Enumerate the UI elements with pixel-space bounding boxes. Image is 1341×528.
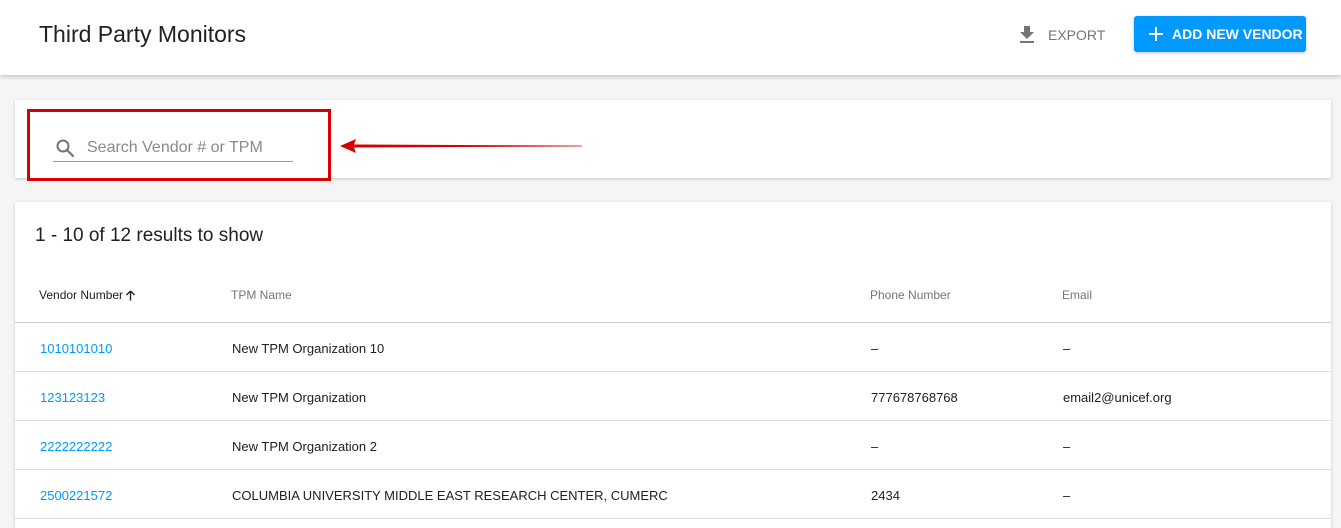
export-button[interactable]: EXPORT — [1018, 22, 1105, 48]
email-cell: – — [1063, 488, 1071, 503]
page-title: Third Party Monitors — [39, 21, 247, 47]
column-header-vendor-number[interactable]: Vendor Number — [39, 288, 136, 302]
tpm-name-cell: COLUMBIA UNIVERSITY MIDDLE EAST RESEARCH… — [232, 488, 668, 503]
add-new-vendor-button[interactable]: ADD NEW VENDOR — [1134, 16, 1306, 52]
vendor-number-link[interactable]: 2500221572 — [40, 488, 112, 503]
table-row: 1010101010 New TPM Organization 10 – – — [15, 323, 1331, 372]
add-new-vendor-label: ADD NEW VENDOR — [1172, 26, 1303, 42]
vendor-table-card: 1 - 10 of 12 results to show Vendor Numb… — [15, 202, 1331, 528]
email-cell: email2@unicef.org — [1063, 390, 1172, 405]
phone-number-cell: 2434 — [871, 488, 900, 503]
table-row: 2222222222 New TPM Organization 2 – – — [15, 421, 1331, 470]
phone-number-cell: – — [871, 439, 879, 454]
vendor-number-link[interactable]: 1010101010 — [40, 341, 112, 356]
column-header-tpm-name[interactable]: TPM Name — [231, 288, 292, 302]
tpm-name-cell: New TPM Organization 10 — [232, 341, 385, 356]
tpm-name-cell: New TPM Organization — [232, 390, 367, 405]
phone-number-cell: 777678768768 — [871, 390, 958, 405]
export-label: EXPORT — [1048, 27, 1106, 43]
column-header-phone-number[interactable]: Phone Number — [870, 288, 951, 302]
table-row: 123123123 New TPM Organization 777678768… — [15, 372, 1331, 421]
email-cell: – — [1063, 439, 1071, 454]
results-count-title: 1 - 10 of 12 results to show — [35, 225, 264, 246]
app-header: Third Party Monitors EXPORT ADD NEW VEND… — [0, 0, 1341, 75]
plus-icon — [1149, 27, 1163, 41]
vendor-number-link[interactable]: 123123123 — [40, 390, 105, 405]
column-header-email[interactable]: Email — [1062, 288, 1092, 302]
annotation-arrow-icon — [340, 139, 582, 153]
column-header-label: Vendor Number — [39, 288, 124, 302]
annotation-highlight-box — [27, 109, 331, 181]
vendor-number-link[interactable]: 2222222222 — [40, 439, 112, 454]
phone-number-cell: – — [871, 341, 879, 356]
tpm-name-cell: New TPM Organization 2 — [232, 439, 377, 454]
arrow-up-icon — [126, 290, 136, 300]
table-row: 2500221572 COLUMBIA UNIVERSITY MIDDLE EA… — [15, 470, 1331, 519]
download-icon — [1020, 26, 1034, 43]
email-cell: – — [1063, 341, 1071, 356]
